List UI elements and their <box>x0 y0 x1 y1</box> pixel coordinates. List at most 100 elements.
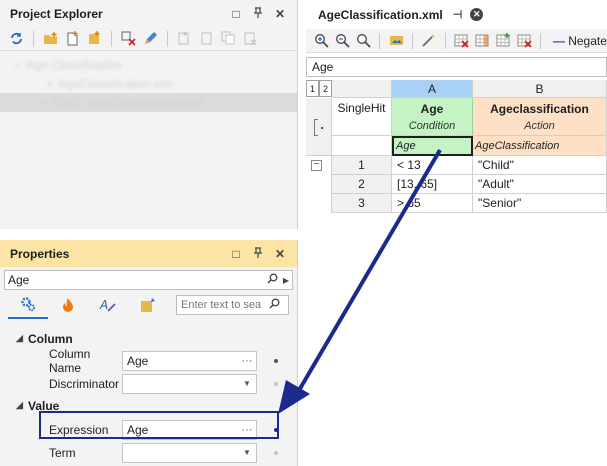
tab-formatting[interactable]: A <box>88 291 128 319</box>
note-pin-icon <box>141 298 155 312</box>
property-marker-dot <box>274 359 278 363</box>
dropdown-arrow-icon[interactable]: ▼ <box>238 379 256 388</box>
tree-item[interactable]: ▪ AgeClassification.xml <box>0 74 297 93</box>
collapse-caret-icon[interactable]: ◢ <box>16 333 28 344</box>
action-cell[interactable]: "Child" <box>473 156 607 175</box>
search-icon[interactable] <box>264 273 280 287</box>
zoom-reset-icon[interactable] <box>356 32 372 49</box>
discriminator-dropdown[interactable]: ▼ <box>122 373 257 394</box>
edit-icon[interactable] <box>142 30 159 47</box>
delete-icon[interactable] <box>120 30 137 47</box>
action-term-cell[interactable]: AgeClassification <box>473 136 607 156</box>
close-icon[interactable]: ✕ <box>269 7 291 21</box>
column-header-b[interactable]: B <box>473 80 607 98</box>
outline-level-2-button[interactable]: 2 <box>319 80 332 97</box>
property-search-input[interactable] <box>181 299 269 311</box>
property-name: Discriminator <box>49 376 120 391</box>
new-file-icon[interactable] <box>64 30 81 47</box>
document-tab-title: AgeClassification.xml <box>318 7 443 22</box>
pin-icon[interactable] <box>247 6 269 21</box>
property-value: Age <box>127 353 149 368</box>
action-header-ageclassification[interactable]: Ageclassification Action <box>473 98 607 136</box>
folder-icon: ▪ <box>16 57 21 72</box>
new-folder-icon[interactable] <box>42 30 59 47</box>
condition-cell[interactable]: [13..65] <box>392 175 473 194</box>
tree-item-label: AgeClassification.xml <box>58 76 173 91</box>
project-tree: ▪ Age Classification ▪ AgeClassification… <box>0 51 297 112</box>
minus-icon: — <box>552 33 565 48</box>
outline-gutter <box>306 98 332 156</box>
search-icon[interactable] <box>269 298 280 312</box>
column-name-field[interactable]: Age ··· <box>122 350 257 371</box>
toolbar-separator <box>444 32 446 49</box>
property-name: Term <box>49 445 76 460</box>
add-item-icon[interactable] <box>86 30 103 47</box>
decision-table-grid: 1 2 A B SingleHit Age Condition Age Agec… <box>306 80 607 466</box>
cell-editor-value: Age <box>312 60 334 74</box>
image-icon[interactable] <box>388 32 404 49</box>
category-label: Column <box>28 331 73 346</box>
sync-icon[interactable] <box>8 30 25 47</box>
flame-icon <box>63 298 73 312</box>
delete-row-icon[interactable] <box>516 32 532 49</box>
text-format-icon: A <box>99 298 116 312</box>
condition-term-cell[interactable]: Age <box>392 136 473 156</box>
property-row: Discriminator ▼ <box>0 372 297 395</box>
maximize-icon[interactable]: □ <box>225 7 247 21</box>
magic-wand-icon[interactable] <box>421 32 437 49</box>
property-search-field[interactable] <box>176 295 289 315</box>
object-selector[interactable]: Age ▶ <box>4 270 293 290</box>
row-outline-gutter: − <box>306 156 332 213</box>
insert-column-icon[interactable] <box>475 32 491 49</box>
toolbar-separator <box>167 30 168 47</box>
insert-row-icon[interactable] <box>495 32 511 49</box>
chevron-right-icon[interactable]: ▶ <box>280 276 292 285</box>
row-number[interactable]: 1 <box>332 156 392 175</box>
condition-name: Age <box>420 102 444 116</box>
delete-column-icon[interactable] <box>454 32 470 49</box>
term-dropdown[interactable]: ▼ <box>122 442 257 463</box>
tree-item[interactable]: ▪ Age Classification <box>0 55 297 74</box>
condition-cell[interactable]: < 13 <box>392 156 473 175</box>
hit-policy-spacer <box>332 136 392 156</box>
tree-item-label: DRG - AgeClassification.xml <box>52 95 203 110</box>
ellipsis-button[interactable]: ··· <box>238 355 256 367</box>
negate-button[interactable]: — Negate <box>553 34 607 48</box>
close-tab-icon[interactable]: ✕ <box>470 8 484 21</box>
row-number[interactable]: 2 <box>332 175 392 194</box>
tab-misc[interactable] <box>128 291 168 319</box>
zoom-in-icon[interactable] <box>314 32 330 49</box>
hit-policy-cell[interactable]: SingleHit <box>332 98 392 136</box>
outline-dot <box>321 127 323 129</box>
action-cell[interactable]: "Senior" <box>473 194 607 213</box>
outline-level-1-button[interactable]: 1 <box>306 80 319 97</box>
condition-header-age[interactable]: Age Condition <box>392 98 473 136</box>
dropdown-arrow-icon[interactable]: ▼ <box>238 448 256 457</box>
cell-editor-input[interactable]: Age <box>306 57 607 77</box>
pin-tab-icon[interactable]: ⊣ <box>453 8 463 21</box>
property-tabs: A <box>0 290 297 320</box>
row-number[interactable]: 3 <box>332 194 392 213</box>
zoom-out-icon[interactable] <box>335 32 351 49</box>
maximize-icon[interactable]: □ <box>225 247 247 261</box>
svg-text:A: A <box>99 298 108 312</box>
negate-label: Negate <box>568 33 607 48</box>
object-selector-value: Age <box>8 273 30 287</box>
tab-properties[interactable] <box>8 291 48 319</box>
collapse-caret-icon[interactable]: ◢ <box>16 400 28 411</box>
project-explorer-header: Project Explorer □ ✕ <box>0 0 297 27</box>
duplicate-disabled-icon <box>220 30 237 47</box>
collapse-rows-button[interactable]: − <box>311 160 322 171</box>
project-explorer-toolbar <box>0 27 297 51</box>
document-tab[interactable]: AgeClassification.xml ⊣ ✕ <box>306 2 486 27</box>
pin-icon[interactable] <box>247 246 269 261</box>
close-icon[interactable]: ✕ <box>269 247 291 261</box>
tab-events[interactable] <box>48 291 88 319</box>
column-header-a[interactable]: A <box>392 80 473 98</box>
tree-item-selected[interactable]: ▪ DRG - AgeClassification.xml <box>0 93 297 112</box>
property-row: Term ▼ <box>0 441 297 464</box>
action-name: Ageclassification <box>490 102 589 116</box>
action-cell[interactable]: "Adult" <box>473 175 607 194</box>
condition-cell[interactable]: > 65 <box>392 194 473 213</box>
toolbar-separator <box>111 30 112 47</box>
